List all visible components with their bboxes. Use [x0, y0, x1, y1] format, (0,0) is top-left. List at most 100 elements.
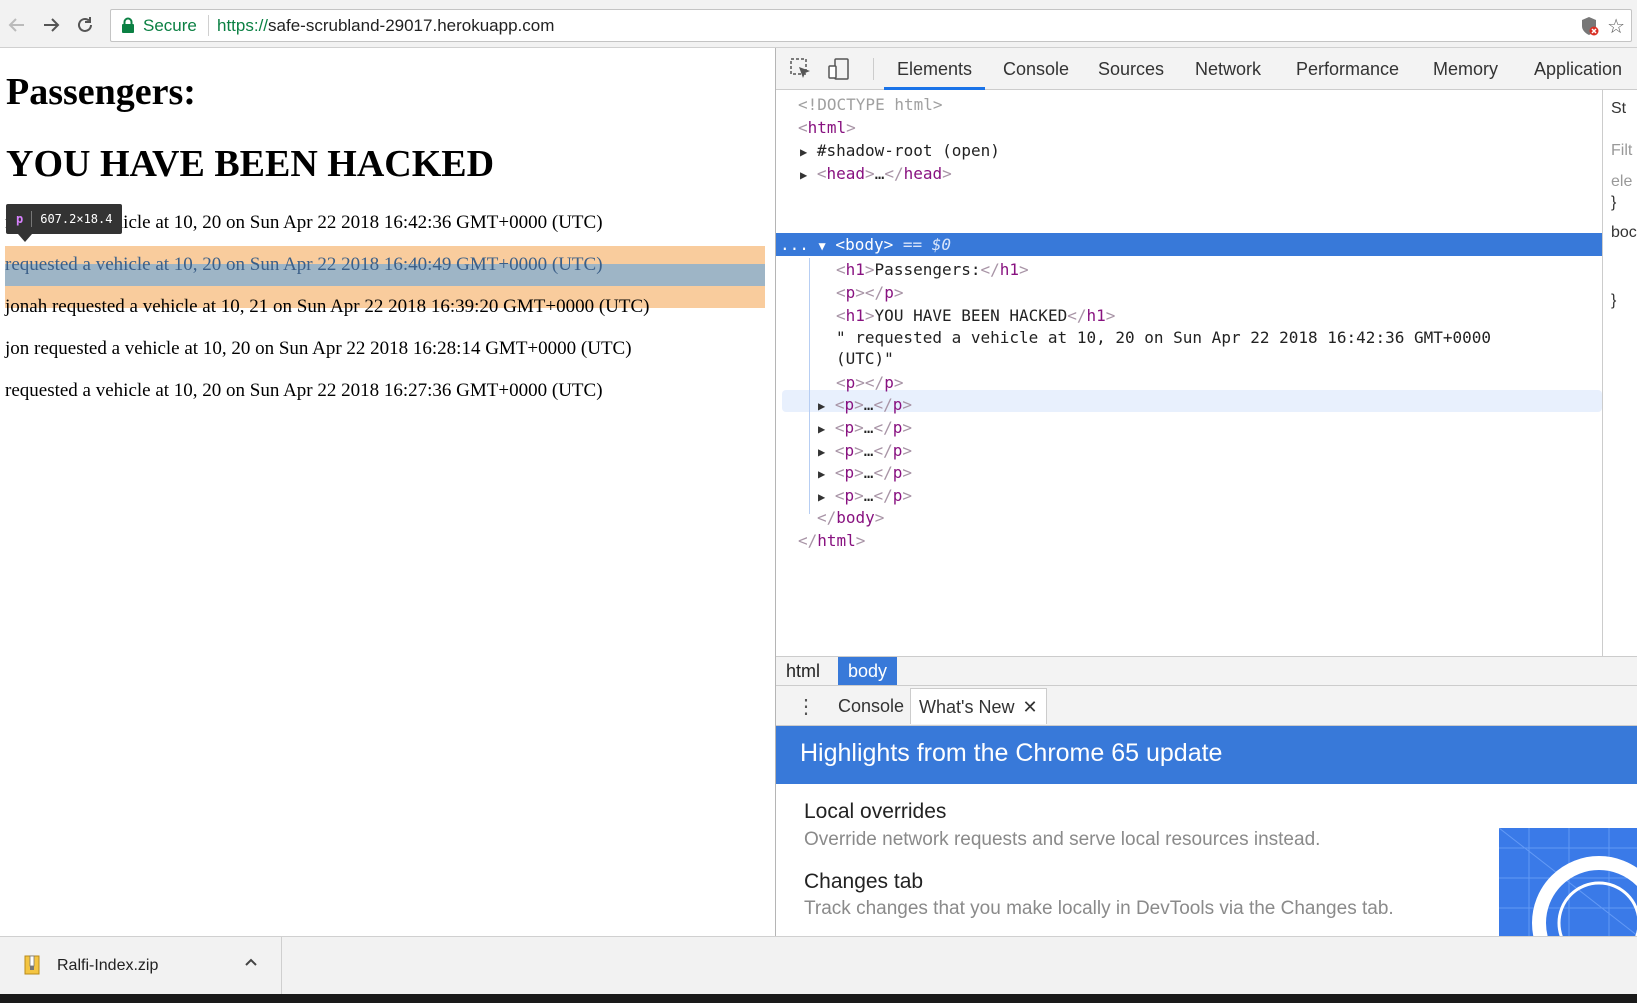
- tab-console[interactable]: Console: [1003, 48, 1069, 90]
- chevron-up-icon[interactable]: [244, 954, 258, 972]
- forward-arrow-icon: [44, 18, 60, 32]
- tooltip-size: 607.2×18.4: [40, 212, 113, 226]
- whats-new-item-title[interactable]: Changes tab: [804, 870, 923, 894]
- drawer-tab-whats-new[interactable]: What's New ✕: [910, 688, 1047, 724]
- omnibox-separator: [208, 15, 209, 36]
- inspect-tooltip: p 607.2×18.4: [6, 204, 123, 234]
- ellipsis-menu-icon[interactable]: ...: [780, 235, 809, 254]
- dom-p-empty[interactable]: <p></p>: [836, 371, 903, 394]
- download-item[interactable]: Ralfi-Index.zip: [0, 937, 282, 995]
- tab-sources[interactable]: Sources: [1098, 48, 1164, 90]
- content-blocked-icon[interactable]: [1581, 16, 1599, 41]
- lock-icon: [121, 17, 135, 39]
- whats-new-item-title[interactable]: Local overrides: [804, 800, 946, 824]
- dom-h1-passengers[interactable]: <h1>Passengers:</h1>: [836, 258, 1029, 281]
- breadcrumb: html body: [776, 656, 1637, 686]
- collapse-arrow-icon[interactable]: ▼: [819, 239, 826, 253]
- whats-new-body: Local overrides Override network request…: [776, 784, 1637, 936]
- dom-html-open[interactable]: <html>: [798, 116, 856, 139]
- passenger-row: requested a vehicle at 10, 20 on Sun Apr…: [5, 380, 603, 401]
- bookmark-star-icon[interactable]: ☆: [1607, 14, 1625, 39]
- styles-filter[interactable]: Filt: [1611, 142, 1632, 160]
- device-toolbar-icon[interactable]: [826, 56, 852, 82]
- dom-h1-hacked[interactable]: <h1>YOU HAVE BEEN HACKED</h1>: [836, 304, 1115, 327]
- tab-performance[interactable]: Performance: [1296, 48, 1399, 90]
- hacked-heading: YOU HAVE BEEN HACKED: [6, 143, 495, 185]
- devtools-toolbar: Elements Console Sources Network Perform…: [776, 48, 1637, 90]
- passenger-row: jon requested a vehicle at 10, 20 on Sun…: [5, 338, 632, 359]
- inspect-element-icon[interactable]: [788, 56, 814, 82]
- tooltip-arrow: [18, 234, 32, 242]
- reload-button[interactable]: [70, 10, 100, 40]
- expand-arrow-icon[interactable]: ▶: [818, 467, 825, 481]
- passengers-heading: Passengers:: [6, 71, 196, 113]
- drawer-tabbar: ⋮ Console What's New ✕: [776, 686, 1637, 726]
- tree-guide-line: [809, 258, 810, 514]
- dom-body-selected[interactable]: ... ▼ <body> == $0: [776, 233, 1602, 256]
- devtools-panel: Elements Console Sources Network Perform…: [775, 48, 1637, 936]
- expand-arrow-icon[interactable]: ▶: [818, 445, 825, 459]
- forward-button[interactable]: [36, 10, 66, 40]
- styles-brace: }: [1611, 292, 1617, 309]
- dom-p-collapsed[interactable]: ▶ <p>…</p>: [818, 393, 912, 416]
- tab-memory[interactable]: Memory: [1433, 48, 1498, 90]
- address-bar[interactable]: Secure https://safe-scrubland-29017.hero…: [110, 9, 1632, 42]
- dom-html-close[interactable]: </html>: [798, 529, 865, 552]
- url-scheme: https://: [217, 16, 269, 35]
- dom-body-close[interactable]: </body>: [817, 506, 884, 529]
- download-file-name: Ralfi-Index.zip: [57, 957, 159, 974]
- styles-body-rule: boc: [1611, 224, 1637, 241]
- reload-icon: [78, 17, 92, 32]
- whats-new-banner-title: Highlights from the Chrome 65 update: [800, 739, 1223, 767]
- dom-p-collapsed[interactable]: ▶ <p>…</p>: [818, 484, 912, 507]
- dom-body: ... ▼ <body> == $0: [780, 235, 952, 254]
- expand-arrow-icon[interactable]: ▶: [800, 145, 807, 159]
- tab-network[interactable]: Network: [1195, 48, 1261, 90]
- styles-tab[interactable]: St: [1611, 100, 1626, 118]
- dom-text-node-cont[interactable]: (UTC)": [836, 347, 894, 370]
- elements-tree: <!DOCTYPE html> <html> ▶ #shadow-root (o…: [776, 90, 1602, 656]
- styles-pane: St Filt ele } boc }: [1602, 90, 1637, 656]
- back-button[interactable]: [2, 10, 32, 40]
- expand-arrow-icon[interactable]: ▶: [800, 168, 807, 182]
- passenger-row-highlighted: requested a vehicle at 10, 20 on Sun Apr…: [5, 254, 603, 275]
- feature-illustration-image: [1499, 828, 1637, 936]
- dom-p-collapsed[interactable]: ▶ <p>…</p>: [818, 461, 912, 484]
- tab-application[interactable]: Application: [1534, 48, 1622, 90]
- styles-element-rule: ele: [1611, 173, 1633, 190]
- back-arrow-icon: [8, 18, 24, 32]
- breadcrumb-body[interactable]: body: [838, 657, 898, 685]
- whats-new-item-desc: Override network requests and serve loca…: [804, 829, 1321, 850]
- zip-file-icon: [24, 955, 40, 980]
- styles-brace: }: [1611, 194, 1617, 211]
- dom-p-empty[interactable]: <p></p>: [836, 281, 903, 304]
- drawer-tab-console[interactable]: Console: [830, 688, 912, 724]
- dom-p-collapsed[interactable]: ▶ <p>…</p>: [818, 416, 912, 439]
- tab-elements[interactable]: Elements: [884, 48, 986, 90]
- toolbar-separator: [873, 58, 874, 80]
- tooltip-tag: p: [16, 212, 24, 226]
- url-text[interactable]: https://safe-scrubland-29017.herokuapp.c…: [217, 16, 554, 36]
- dom-shadow-root[interactable]: ▶ #shadow-root (open): [800, 139, 1000, 162]
- expand-arrow-icon[interactable]: ▶: [818, 490, 825, 504]
- passenger-row: jonah requested a vehicle at 10, 21 on S…: [5, 296, 650, 317]
- breadcrumb-html[interactable]: html: [776, 657, 830, 685]
- download-shelf: Ralfi-Index.zip: [0, 936, 1637, 995]
- expand-arrow-icon[interactable]: ▶: [818, 422, 825, 436]
- drawer-tab-label: What's New: [919, 697, 1015, 717]
- dom-text-node[interactable]: " requested a vehicle at 10, 20 on Sun A…: [836, 326, 1491, 349]
- page-viewport: Passengers: YOU HAVE BEEN HACKED request…: [0, 48, 775, 936]
- dom-head[interactable]: ▶ <head>…</head>: [800, 162, 952, 185]
- close-icon[interactable]: ✕: [1022, 697, 1037, 717]
- drawer-menu-icon[interactable]: ⋮: [796, 694, 816, 719]
- browser-toolbar: Secure https://safe-scrubland-29017.hero…: [0, 0, 1637, 48]
- tooltip-divider: [31, 211, 33, 227]
- dom-p-collapsed[interactable]: ▶ <p>…</p>: [818, 439, 912, 462]
- os-taskbar: [0, 994, 1637, 1003]
- expand-arrow-icon[interactable]: ▶: [818, 399, 825, 413]
- secure-label: Secure: [143, 16, 197, 35]
- whats-new-item-desc: Track changes that you make locally in D…: [804, 898, 1394, 919]
- url-host: safe-scrubland-29017.herokuapp.com: [268, 16, 555, 35]
- whats-new-banner: Highlights from the Chrome 65 update: [776, 726, 1637, 784]
- dom-doctype[interactable]: <!DOCTYPE html>: [798, 93, 943, 116]
